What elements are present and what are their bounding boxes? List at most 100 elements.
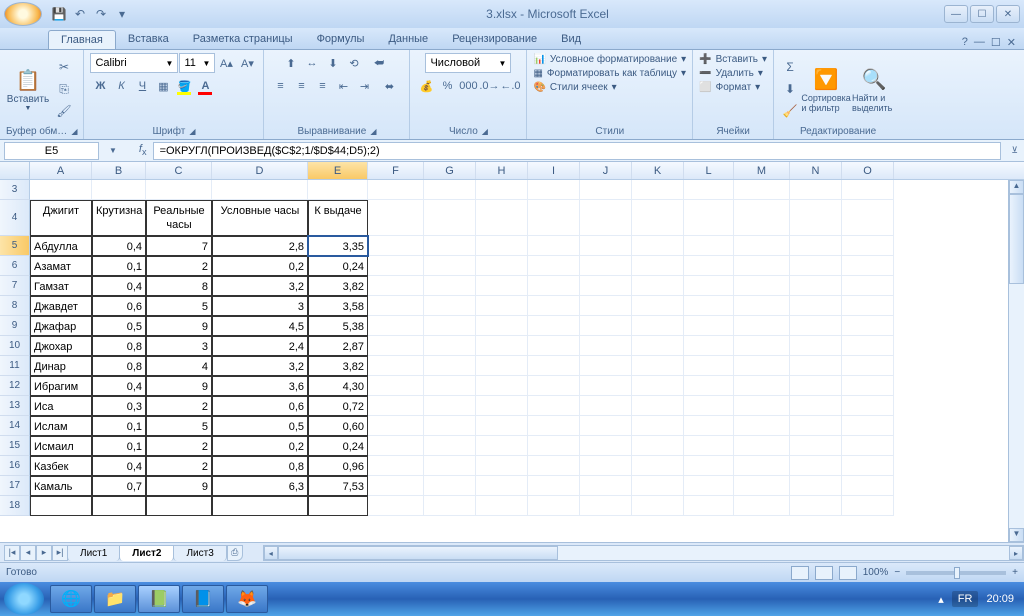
cell[interactable] <box>424 376 476 396</box>
cell[interactable]: Азамат <box>30 256 92 276</box>
column-header[interactable]: G <box>424 162 476 179</box>
cell[interactable] <box>580 296 632 316</box>
cell[interactable] <box>528 436 580 456</box>
wrap-text-button[interactable]: ⮨ <box>365 53 393 73</box>
orientation-icon[interactable]: ⟲ <box>344 53 364 73</box>
copy-icon[interactable]: ⎘ <box>54 79 74 99</box>
cell[interactable]: 9 <box>146 316 212 336</box>
cell[interactable] <box>580 496 632 516</box>
cell[interactable] <box>476 200 528 236</box>
cell[interactable] <box>790 416 842 436</box>
cell[interactable] <box>842 236 894 256</box>
help-icon[interactable]: ? <box>962 36 968 49</box>
row-header[interactable]: 18 <box>0 496 30 516</box>
fx-icon[interactable]: fx <box>139 143 147 157</box>
cell[interactable]: Камаль <box>30 476 92 496</box>
cell[interactable] <box>790 376 842 396</box>
cell[interactable] <box>684 296 734 316</box>
align-center-icon[interactable]: ≡ <box>291 76 311 96</box>
cell[interactable]: 3,2 <box>212 276 308 296</box>
worksheet[interactable]: ABCDEFGHIJKLMNO 34ДжигитКрутизнаРеальные… <box>0 162 1024 542</box>
italic-button[interactable]: К <box>111 76 131 96</box>
cell[interactable] <box>368 376 424 396</box>
cell[interactable] <box>790 276 842 296</box>
cell[interactable] <box>30 496 92 516</box>
cell[interactable] <box>632 180 684 200</box>
column-header[interactable]: B <box>92 162 146 179</box>
cell[interactable] <box>476 316 528 336</box>
cell[interactable]: К выдаче <box>308 200 368 236</box>
cell[interactable] <box>476 336 528 356</box>
cell[interactable] <box>424 276 476 296</box>
taskbar-word-icon[interactable]: 📘 <box>182 585 224 613</box>
select-all-corner[interactable] <box>0 162 30 179</box>
taskbar-excel-icon[interactable]: 📗 <box>138 585 180 613</box>
cell[interactable] <box>368 200 424 236</box>
cell[interactable] <box>632 436 684 456</box>
cell[interactable]: Исмаил <box>30 436 92 456</box>
cell[interactable] <box>580 336 632 356</box>
cell[interactable]: 7 <box>146 236 212 256</box>
cell[interactable]: 0,1 <box>92 416 146 436</box>
cell-styles-button[interactable]: 🎨 Стили ячеек ▾ <box>533 81 616 94</box>
cell[interactable] <box>842 496 894 516</box>
cell[interactable]: 3 <box>212 296 308 316</box>
maximize-button[interactable]: ☐ <box>970 5 994 23</box>
format-cells-button[interactable]: ⬜ Формат ▾ <box>699 81 760 94</box>
cell[interactable] <box>580 456 632 476</box>
cell[interactable]: 3,2 <box>212 356 308 376</box>
cell[interactable] <box>632 396 684 416</box>
cell[interactable] <box>734 376 790 396</box>
cell[interactable] <box>146 180 212 200</box>
cell[interactable]: 0,4 <box>92 456 146 476</box>
cell[interactable]: Ибрагим <box>30 376 92 396</box>
cell[interactable]: 0,8 <box>212 456 308 476</box>
cell[interactable] <box>424 396 476 416</box>
sheet-tab[interactable]: Лист1 <box>67 545 120 561</box>
redo-icon[interactable]: ↷ <box>92 5 110 23</box>
language-indicator[interactable]: FR <box>952 591 979 607</box>
cell[interactable] <box>842 296 894 316</box>
cell[interactable]: Абдулла <box>30 236 92 256</box>
cell[interactable]: Динар <box>30 356 92 376</box>
align-top-icon[interactable]: ⬆ <box>281 53 301 73</box>
insert-cells-button[interactable]: ➕ Вставить ▾ <box>699 53 767 66</box>
cell[interactable]: Ислам <box>30 416 92 436</box>
cell[interactable] <box>790 476 842 496</box>
row-header[interactable]: 14 <box>0 416 30 436</box>
sheet-nav-first-icon[interactable]: |◂ <box>4 545 20 561</box>
cell[interactable] <box>580 396 632 416</box>
cell[interactable]: 2,87 <box>308 336 368 356</box>
cell[interactable] <box>368 276 424 296</box>
delete-cells-button[interactable]: ➖ Удалить ▾ <box>699 67 763 80</box>
cell[interactable] <box>424 416 476 436</box>
row-header[interactable]: 6 <box>0 256 30 276</box>
dialog-launcher-icon[interactable]: ◢ <box>189 127 195 136</box>
cell[interactable] <box>368 236 424 256</box>
cell[interactable] <box>790 356 842 376</box>
column-header[interactable]: M <box>734 162 790 179</box>
cell[interactable] <box>30 180 92 200</box>
cell[interactable] <box>734 476 790 496</box>
cell[interactable]: 0,6 <box>92 296 146 316</box>
column-header[interactable]: I <box>528 162 580 179</box>
merge-button[interactable]: ⬌ <box>375 76 403 96</box>
cell[interactable] <box>842 456 894 476</box>
cell[interactable] <box>684 236 734 256</box>
cell[interactable] <box>790 436 842 456</box>
cell[interactable]: Джохар <box>30 336 92 356</box>
cell[interactable] <box>528 376 580 396</box>
cell[interactable] <box>580 316 632 336</box>
decrease-font-icon[interactable]: A▾ <box>237 53 257 73</box>
ribbon-restore-icon[interactable]: ☐ <box>991 36 1001 49</box>
cell[interactable] <box>528 200 580 236</box>
cell[interactable] <box>528 316 580 336</box>
cell[interactable]: 7,53 <box>308 476 368 496</box>
cell[interactable] <box>476 496 528 516</box>
cell[interactable] <box>684 376 734 396</box>
tray-expand-icon[interactable]: ▴ <box>938 593 944 606</box>
cell[interactable] <box>580 436 632 456</box>
save-icon[interactable]: 💾 <box>50 5 68 23</box>
cell[interactable] <box>632 476 684 496</box>
cell[interactable]: 0,2 <box>212 436 308 456</box>
